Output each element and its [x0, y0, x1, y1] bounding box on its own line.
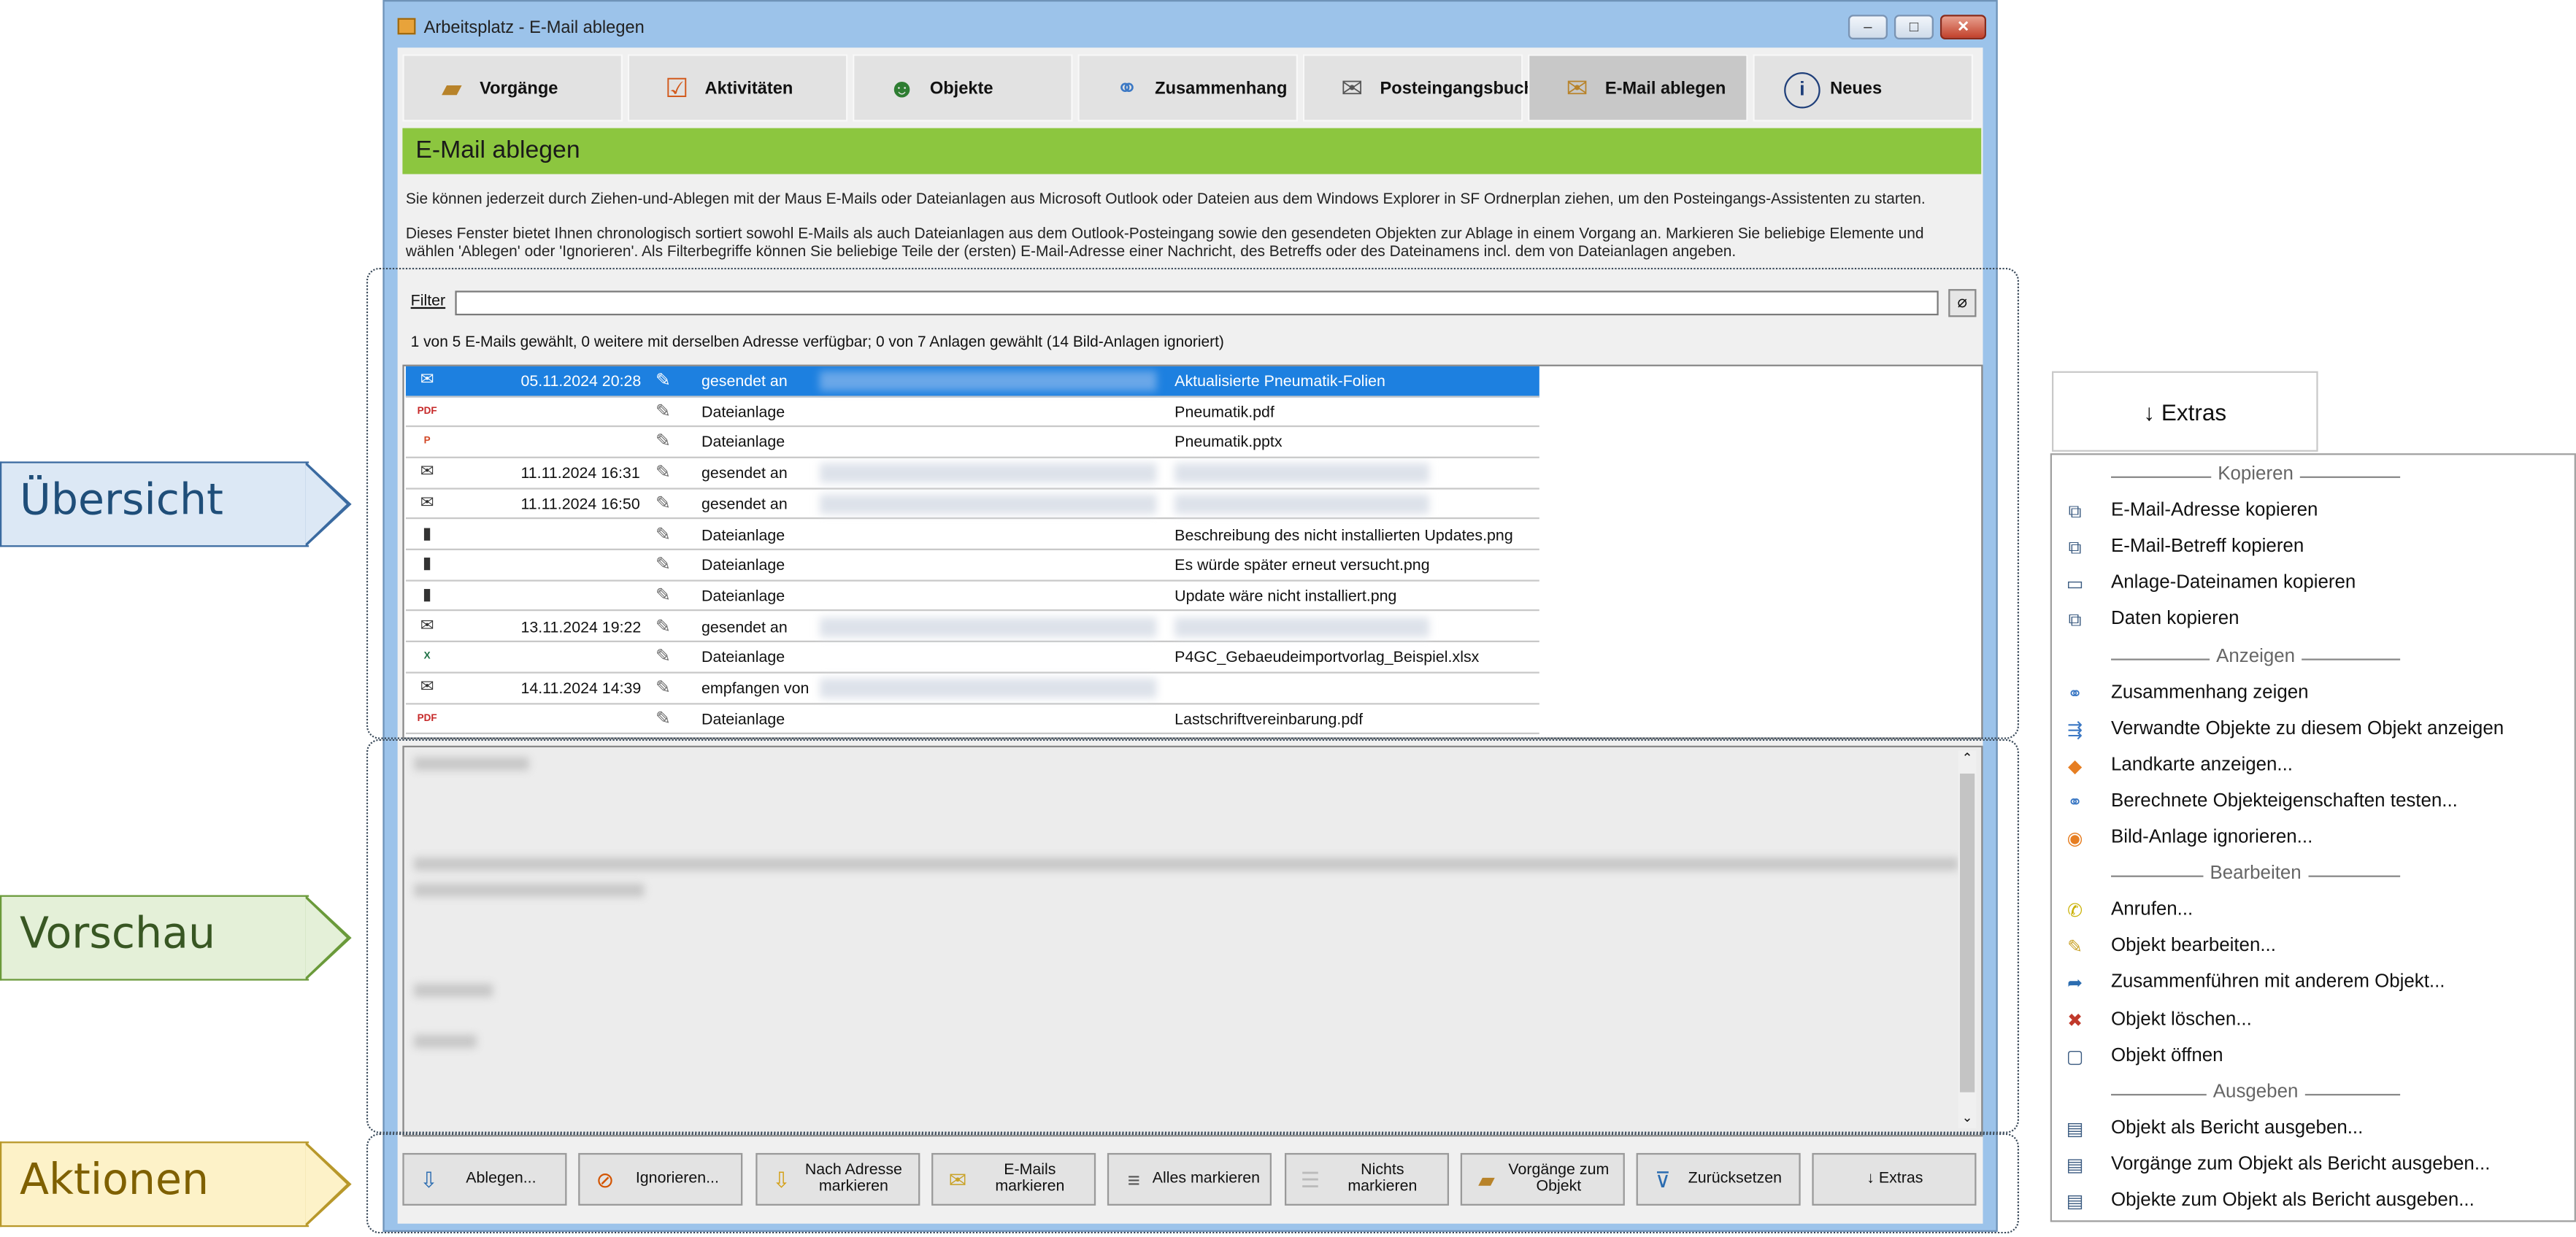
map-icon: ◆ — [2067, 757, 2083, 777]
menu-item[interactable]: ◉ Bild-Anlage ignorieren... — [2052, 821, 2575, 858]
copy-attachment-icon: ▭ — [2066, 575, 2084, 596]
info-text-2: Dieses Fenster bietet Ihnen chronologisc… — [405, 225, 1924, 260]
menu-item-label: Berechnete Objekteigenschaften testen... — [2111, 791, 2458, 812]
menu-item-label: Landkarte anzeigen... — [2111, 755, 2293, 775]
open-icon: ▢ — [2066, 1047, 2084, 1067]
menu-item-label: Zusammenführen mit anderem Objekt... — [2111, 973, 2445, 993]
copy-subject-icon: ⧉ — [2068, 539, 2082, 559]
merge-icon: ➦ — [2067, 974, 2083, 995]
section-label: Anzeigen — [2210, 646, 2302, 666]
menu-item-label: Objekt als Bericht ausgeben... — [2111, 1118, 2364, 1138]
tab-label: Posteingangsbuch — [1380, 79, 1534, 99]
mail-icon: ✉ — [1341, 75, 1364, 104]
screenshot-canvas: Übersicht Vorschau Aktionen Arbeitsplatz… — [0, 0, 2576, 1237]
menu-item[interactable]: ⧉ E-Mail-Betreff kopieren — [2052, 531, 2575, 567]
menu-section-header: Anzeigen — [2111, 640, 2401, 677]
menu-item[interactable]: ▤ Vorgänge zum Objekt als Bericht ausgebe… — [2052, 1148, 2575, 1184]
menu-section-header: Kopieren — [2111, 458, 2401, 495]
info-icon: i — [1784, 72, 1820, 109]
menu-item[interactable]: ⚭ Berechnete Objekteigenschaften testen..… — [2052, 785, 2575, 822]
menu-item-label: Objekt bearbeiten... — [2111, 936, 2276, 957]
phone-icon: ✆ — [2067, 902, 2083, 922]
extras-button[interactable]: ↓ Extras — [2051, 371, 2318, 452]
menu-item-label: Vorgänge zum Objekt als Bericht ausgeben… — [2111, 1154, 2491, 1174]
tab-label: Vorgänge — [480, 79, 558, 99]
copy-icon: ⧉ — [2068, 612, 2082, 632]
menu-item[interactable]: ⧉ Daten kopieren — [2052, 604, 2575, 640]
preview-outline — [366, 739, 2019, 1133]
window-title: Arbeitsplatz - E-Mail ablegen — [423, 18, 645, 38]
actions-outline — [366, 1133, 2019, 1234]
menu-item[interactable]: ➦ Zusammenführen mit anderem Objekt... — [2052, 966, 2575, 1003]
tab-email-ablegen[interactable]: ✉ E-Mail ablegen — [1528, 54, 1748, 122]
maximize-button[interactable]: □ — [1893, 15, 1934, 40]
section-title: E-Mail ablegen — [415, 136, 580, 165]
report-icon: ▤ — [2066, 1120, 2084, 1140]
tab-label: Zusammenhang — [1155, 79, 1288, 99]
minimize-button[interactable]: ‒ — [1848, 15, 1888, 40]
menu-item[interactable]: ⚭ Zusammenhang zeigen — [2052, 676, 2575, 712]
related-icon: ⇶ — [2067, 720, 2083, 741]
tab-objekte[interactable]: ☻ Objekte — [853, 54, 1073, 122]
menu-item[interactable]: ▤ Objekte zum Objekt als Bericht ausgeben… — [2052, 1184, 2575, 1221]
tab-label: Objekte — [929, 79, 993, 99]
network-icon: ⚭ — [2067, 684, 2083, 704]
menu-item[interactable]: ⧉ E-Mail-Adresse kopieren — [2052, 495, 2575, 531]
menu-item-label: Daten kopieren — [2111, 609, 2239, 630]
people-icon: ☻ — [888, 75, 916, 104]
properties-icon: ⚭ — [2067, 793, 2083, 813]
overview-outline — [366, 267, 2019, 739]
menu-section-header: Ausgeben — [2111, 1075, 2401, 1111]
tab-label: Neues — [1830, 79, 1883, 99]
menu-item-label: E-Mail-Betreff kopieren — [2111, 537, 2304, 558]
menu-item-label: E-Mail-Adresse kopieren — [2111, 501, 2318, 521]
tab-posteingangsbuch[interactable]: ✉ Posteingangsbuch — [1302, 54, 1534, 122]
menu-item[interactable]: ⇶ Verwandte Objekte zu diesem Objekt anze… — [2052, 712, 2575, 749]
menu-item-label: Zusammenhang zeigen — [2111, 682, 2309, 703]
info-text-1: Sie können jederzeit durch Ziehen-und-Ab… — [405, 190, 1926, 207]
copy-address-icon: ⧉ — [2068, 502, 2082, 523]
menu-item[interactable]: ▢ Objekt öffnen — [2052, 1039, 2575, 1076]
extras-menu: Kopieren ⧉ E-Mail-Adresse kopieren ⧉ E-Mail-… — [2050, 453, 2576, 1222]
network-icon: ⚭ — [1115, 75, 1138, 104]
menu-item[interactable]: ◆ Landkarte anzeigen... — [2052, 749, 2575, 785]
tab-vorgaenge[interactable]: ▰ Vorgänge — [402, 54, 623, 122]
report-folder-icon: ▤ — [2066, 1156, 2084, 1176]
menu-item[interactable]: ✖ Objekt löschen... — [2052, 1003, 2575, 1039]
tab-aktivitaeten[interactable]: ☑ Aktivitäten — [627, 54, 848, 122]
menu-item[interactable]: ✆ Anrufen... — [2052, 894, 2575, 930]
checklist-icon: ☑ — [665, 75, 689, 104]
callout-label: Übersicht — [20, 476, 224, 526]
menu-item-label: Bild-Anlage ignorieren... — [2111, 828, 2313, 848]
menu-item-label: Verwandte Objekte zu diesem Objekt anzei… — [2111, 719, 2504, 739]
tab-label: E-Mail ablegen — [1604, 79, 1726, 99]
report-objects-icon: ▤ — [2066, 1192, 2084, 1212]
app-icon — [397, 18, 416, 35]
section-label: Ausgeben — [2206, 1082, 2305, 1102]
callout-label: Vorschau — [20, 909, 216, 960]
section-header: E-Mail ablegen — [402, 128, 1982, 174]
ignore-image-icon: ◉ — [2066, 829, 2083, 849]
callout-label: Aktionen — [20, 1156, 209, 1206]
tab-label: Aktivitäten — [704, 79, 793, 99]
tab-neues[interactable]: i Neues — [1753, 54, 1973, 122]
tab-zusammenhang[interactable]: ⚭ Zusammenhang — [1077, 54, 1298, 122]
delete-icon: ✖ — [2067, 1011, 2083, 1031]
menu-item-label: Objekte zum Objekt als Bericht ausgeben.… — [2111, 1190, 2475, 1211]
menu-item-label: Anlage-Dateinamen kopieren — [2111, 574, 2356, 594]
menu-section-header: Bearbeiten — [2111, 858, 2401, 894]
edit-icon: ✎ — [2067, 938, 2083, 958]
close-button[interactable]: ✕ — [1939, 15, 1986, 40]
menu-item[interactable]: ▭ Anlage-Dateinamen kopieren — [2052, 567, 2575, 604]
menu-item[interactable]: ✎ Objekt bearbeiten... — [2052, 930, 2575, 967]
menu-item-label: Anrufen... — [2111, 900, 2194, 920]
folder-icon: ▰ — [442, 75, 462, 104]
section-label: Kopieren — [2211, 464, 2300, 485]
menu-item[interactable]: ▤ Objekt als Bericht ausgeben... — [2052, 1111, 2575, 1148]
section-label: Bearbeiten — [2203, 864, 2308, 885]
menu-item-label: Objekt löschen... — [2111, 1009, 2252, 1030]
menu-item-label: Objekt öffnen — [2111, 1045, 2223, 1065]
mail-folder-icon: ✉ — [1566, 75, 1588, 104]
